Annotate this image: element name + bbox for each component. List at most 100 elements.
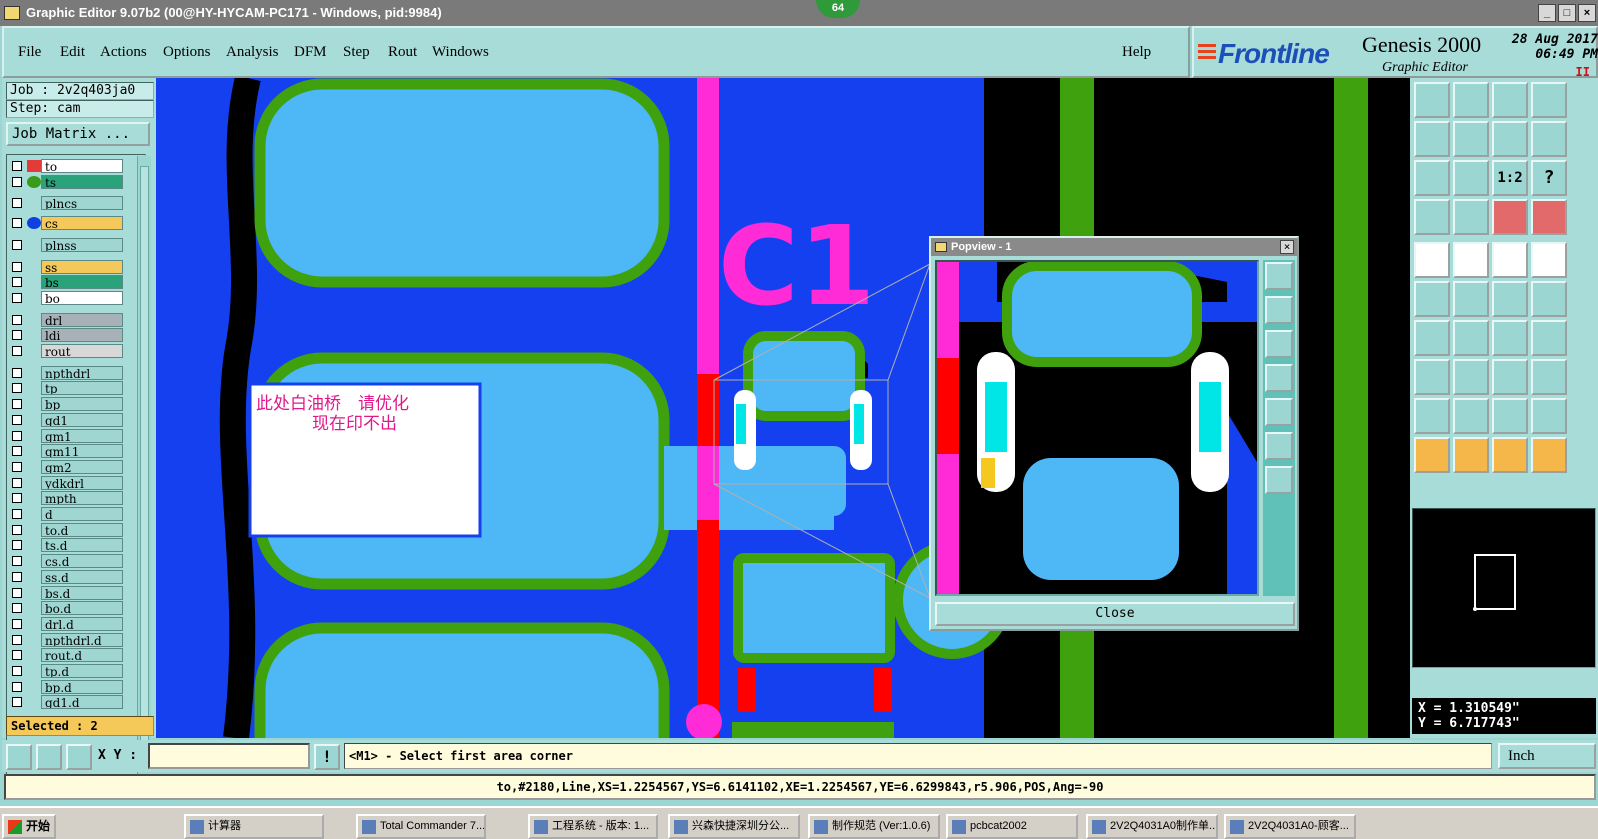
- layer-checkbox[interactable]: [12, 367, 22, 378]
- layer-row-ss[interactable]: ss: [7, 259, 143, 274]
- angle-icon[interactable]: [1414, 320, 1450, 356]
- layer-checkbox[interactable]: [12, 176, 22, 187]
- task-spec[interactable]: 制作规范 (Ver:1.0.6): [808, 814, 940, 839]
- layer-row-ts[interactable]: ts: [7, 174, 143, 189]
- home-icon[interactable]: [1492, 82, 1528, 118]
- minimize-button[interactable]: _: [1538, 4, 1556, 22]
- layer-color-icon[interactable]: [27, 292, 41, 304]
- grid-icon[interactable]: [1453, 199, 1489, 235]
- layer-color-icon[interactable]: [27, 649, 41, 661]
- layer-color-icon[interactable]: [27, 160, 41, 172]
- exclamation-icon[interactable]: !: [314, 744, 340, 770]
- layer-row-mpth[interactable]: mpth: [7, 491, 143, 506]
- add-line-icon[interactable]: [1453, 242, 1489, 278]
- layer-color-icon[interactable]: [27, 217, 41, 230]
- text-style-icon[interactable]: [1531, 398, 1567, 434]
- layer-row-npthdrl-d[interactable]: npthdrl.d: [7, 632, 143, 647]
- popview-canvas[interactable]: [935, 260, 1259, 596]
- snap-to-grid-button[interactable]: [6, 744, 32, 770]
- layer-color-icon[interactable]: [27, 314, 41, 326]
- layer-row-gd1-d[interactable]: gd1.d: [7, 695, 143, 710]
- layer-row-bp-d[interactable]: bp.d: [7, 679, 143, 694]
- layer-row-tp[interactable]: tp: [7, 381, 143, 396]
- layer-checkbox[interactable]: [12, 493, 22, 504]
- layer-name[interactable]: plncs: [41, 196, 123, 211]
- grid-toggle-button[interactable]: [66, 744, 92, 770]
- layer-color-icon[interactable]: [27, 665, 41, 677]
- layer-checkbox[interactable]: [12, 277, 22, 288]
- layer-row-drl[interactable]: drl: [7, 312, 143, 327]
- snap-center-icon[interactable]: [1531, 199, 1567, 235]
- layer-row-cs[interactable]: cs: [7, 216, 143, 231]
- layer-row-rout-d[interactable]: rout.d: [7, 648, 143, 663]
- layer-name[interactable]: drl: [41, 312, 123, 327]
- layer-name[interactable]: npthdrl.d: [41, 632, 123, 647]
- layer-checkbox[interactable]: [12, 314, 22, 325]
- overview-map[interactable]: [1412, 508, 1596, 668]
- layer-color-icon[interactable]: [27, 276, 41, 288]
- layer-name[interactable]: bs: [41, 275, 123, 290]
- layer-name[interactable]: bs.d: [41, 585, 123, 600]
- layer-color-icon[interactable]: [27, 681, 41, 693]
- layer-name[interactable]: bo.d: [41, 601, 123, 616]
- layer-name[interactable]: ts.d: [41, 538, 123, 553]
- layer-checkbox[interactable]: [12, 666, 22, 676]
- layer-name[interactable]: tp.d: [41, 664, 123, 678]
- menu-file[interactable]: File: [18, 44, 41, 61]
- layer-row-ts-d[interactable]: ts.d: [7, 538, 143, 553]
- layer-row-to[interactable]: to: [7, 159, 143, 173]
- layer-name[interactable]: gm1: [41, 428, 123, 443]
- layer-checkbox[interactable]: [12, 603, 22, 614]
- layer-checkbox[interactable]: [12, 346, 22, 356]
- zoom-center-button[interactable]: [1453, 160, 1489, 196]
- layer-name[interactable]: plnss: [41, 237, 123, 252]
- zoom-bottom-button[interactable]: [1453, 82, 1489, 118]
- popview-close-icon[interactable]: ×: [1280, 240, 1294, 254]
- layer-checkbox[interactable]: [12, 571, 22, 582]
- layer-color-icon[interactable]: [27, 508, 41, 520]
- layer-name[interactable]: gm2: [41, 459, 123, 474]
- layer-checkbox[interactable]: [12, 618, 22, 629]
- layer-checkbox[interactable]: [12, 161, 22, 171]
- layer-row-cs-d[interactable]: cs.d: [7, 554, 143, 569]
- menu-edit[interactable]: Edit: [60, 44, 85, 61]
- layer-color-icon[interactable]: [27, 696, 41, 708]
- rotate-icon[interactable]: [1492, 320, 1528, 356]
- layer-name[interactable]: cs: [41, 216, 123, 231]
- layer-row-ydkdrl[interactable]: ydkdrl: [7, 475, 143, 490]
- layer-row-gd1[interactable]: gd1: [7, 412, 143, 427]
- layer-checkbox[interactable]: [12, 556, 22, 567]
- select-arrow-icon[interactable]: [1414, 437, 1450, 473]
- task-calculator[interactable]: 计算器: [184, 814, 324, 839]
- layer-name[interactable]: npthdrl: [41, 365, 123, 380]
- task-engineering[interactable]: 工程系统 - 版本: 1...: [528, 814, 658, 839]
- layer-row-bo-d[interactable]: bo.d: [7, 601, 143, 616]
- layer-checkbox[interactable]: [12, 634, 22, 645]
- task-work-order[interactable]: 2V2Q4031A0制作单...: [1086, 814, 1218, 839]
- cross-icon[interactable]: [1453, 281, 1489, 317]
- menu-help[interactable]: Help: [1122, 44, 1151, 61]
- layer-color-icon[interactable]: [27, 367, 41, 379]
- layer-color-icon[interactable]: [27, 239, 41, 251]
- layer-name[interactable]: d: [41, 507, 123, 521]
- layer-checkbox[interactable]: [12, 383, 22, 394]
- select-net-icon[interactable]: [1531, 437, 1567, 473]
- layer-checkbox[interactable]: [12, 218, 22, 229]
- text-edit-icon[interactable]: [1492, 398, 1528, 434]
- ratio-button[interactable]: 1:2: [1492, 160, 1528, 196]
- layer-color-icon[interactable]: [27, 382, 41, 394]
- layer-row-bs[interactable]: bs: [7, 275, 143, 290]
- layer-checkbox[interactable]: [12, 540, 22, 551]
- layer-row-tp-d[interactable]: tp.d: [7, 664, 143, 678]
- mirror-icon[interactable]: [1531, 320, 1567, 356]
- layer-color-icon[interactable]: [27, 492, 41, 504]
- layer-color-icon[interactable]: [27, 445, 41, 457]
- layer-name[interactable]: cs.d: [41, 554, 123, 569]
- polygon-icon[interactable]: [1414, 359, 1450, 395]
- layer-color-icon[interactable]: [27, 461, 41, 473]
- popview-zoom-in-button[interactable]: [1265, 262, 1293, 290]
- text-a-icon[interactable]: [1453, 398, 1489, 434]
- layer-name[interactable]: tp: [41, 381, 123, 396]
- layer-row-ss-d[interactable]: ss.d: [7, 569, 143, 584]
- layer-color-icon[interactable]: [27, 329, 41, 341]
